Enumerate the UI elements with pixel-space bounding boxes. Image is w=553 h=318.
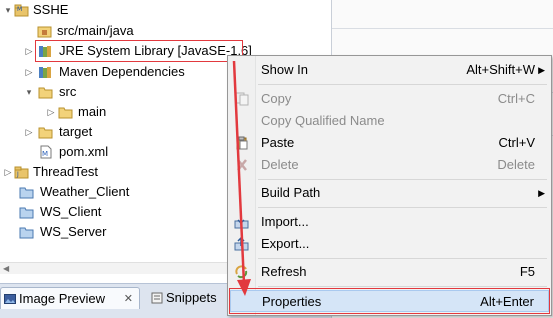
menu-item-label: Delete [261,157,299,172]
menu-item-show-in[interactable]: Show In Alt+Shift+W ▶ [230,59,549,81]
closed-project-icon [19,187,34,199]
tree-item-sshe[interactable]: ▾ M SSHE [0,0,200,20]
collapsed-twisty-icon[interactable]: ▷ [24,41,34,61]
tree-item-label: main [78,104,107,119]
paste-icon [236,136,248,150]
export-icon [234,237,249,251]
tree-item-target[interactable]: ▷ target [0,122,140,142]
folder-icon [58,107,73,119]
tree-item-ws-server[interactable]: WS_Server [0,222,140,242]
tree-item-src[interactable]: ▾ src [0,82,120,102]
refresh-icon [235,265,248,279]
tab-image-preview[interactable]: Image Preview ✕ [0,287,140,309]
menu-separator [258,179,547,180]
menu-item-label: Show In [261,62,308,77]
import-icon [234,216,249,229]
svg-text:M: M [42,150,48,158]
tab-label: Image Preview [19,291,105,306]
shortcut-label: Ctrl+V [498,135,535,150]
menu-item-build-path[interactable]: Build Path ▶ [230,182,549,204]
svg-text:M: M [17,6,22,13]
tree-item-weather-client[interactable]: Weather_Client [0,182,160,202]
delete-icon [237,159,247,171]
menu-item-label: Build Path [261,185,321,200]
menu-separator [258,286,547,287]
menu-item-refresh[interactable]: Refresh F5 [230,261,549,283]
menu-separator [258,258,547,259]
java-project-icon: J [14,166,29,179]
shortcut-label: F5 [519,264,535,279]
menu-item-label: Export... [261,236,310,251]
tree-item-main[interactable]: ▷ main [0,102,140,122]
tree-item-ws-client[interactable]: WS_Client [0,202,140,222]
collapsed-twisty-icon[interactable]: ▷ [3,162,13,182]
context-menu: Show In Alt+Shift+W ▶ Copy Ctrl+C Copy Q… [227,55,552,316]
menu-item-copy-qualified-name[interactable]: Copy Qualified Name [230,110,549,132]
annotation-highlight-box [35,40,243,62]
folder-icon [38,127,53,139]
close-icon[interactable]: ✕ [124,288,133,310]
library-icon [39,67,51,78]
tree-item-label: pom.xml [59,144,109,159]
image-icon [4,294,16,304]
menu-item-copy[interactable]: Copy Ctrl+C [230,88,549,110]
menu-item-label: Refresh [261,264,307,279]
tree-item-src-main-java[interactable]: src/main/java [0,21,200,41]
tree-item-label: Weather_Client [40,184,130,199]
tab-snippets[interactable]: Snippets [146,287,226,309]
tree-item-label: Maven Dependencies [59,64,185,79]
svg-text:J: J [16,171,19,178]
shortcut-label: Ctrl+C [497,91,535,106]
menu-item-label: Copy Qualified Name [261,113,385,128]
collapsed-twisty-icon[interactable]: ▷ [24,62,34,82]
tree-item-label: src/main/java [57,23,134,38]
scroll-left-icon[interactable]: ◀ [3,263,9,275]
menu-item-label: Import... [261,214,309,229]
folder-icon [38,87,53,99]
closed-project-icon [19,207,34,219]
tab-label: Snippets [166,290,217,305]
divider [332,28,553,29]
collapsed-twisty-icon[interactable]: ▷ [24,122,34,142]
menu-item-paste[interactable]: Paste Ctrl+V [230,132,549,154]
submenu-arrow-icon: ▶ [538,188,545,198]
collapsed-twisty-icon[interactable]: ▷ [46,102,56,122]
snippets-icon [151,292,163,304]
tree-item-label: WS_Client [40,204,102,219]
tree-item-maven-dependencies[interactable]: ▷ Maven Dependencies [0,62,220,82]
tree-item-label: target [59,124,93,139]
tree-item-label: WS_Server [40,224,107,239]
tree-item-pom-xml[interactable]: M pom.xml [0,142,140,162]
java-project-icon: M [14,4,29,17]
copy-icon [235,92,249,106]
menu-item-export[interactable]: Export... [230,233,549,255]
xml-file-icon: M [40,145,52,159]
menu-item-label: Paste [261,135,295,150]
submenu-arrow-icon: ▶ [538,65,545,75]
tree-item-label: SSHE [33,2,69,17]
menu-separator [258,207,547,208]
menu-separator [258,84,547,85]
menu-item-label: Copy [261,91,292,106]
shortcut-label: Alt+Shift+W [466,62,535,77]
tree-item-label: ThreadTest [33,164,99,179]
expanded-twisty-icon[interactable]: ▾ [24,82,34,102]
tree-item-label: src [59,84,77,99]
tree-item-threadtest[interactable]: ▷ J ThreadTest [0,162,140,182]
menu-item-import[interactable]: Import... [230,211,549,233]
menu-item-delete[interactable]: Delete Delete [230,154,549,176]
closed-project-icon [19,227,34,239]
expanded-twisty-icon[interactable]: ▾ [3,0,13,20]
source-folder-icon [37,26,52,38]
shortcut-label: Delete [497,157,535,172]
annotation-highlight-box [229,288,550,314]
